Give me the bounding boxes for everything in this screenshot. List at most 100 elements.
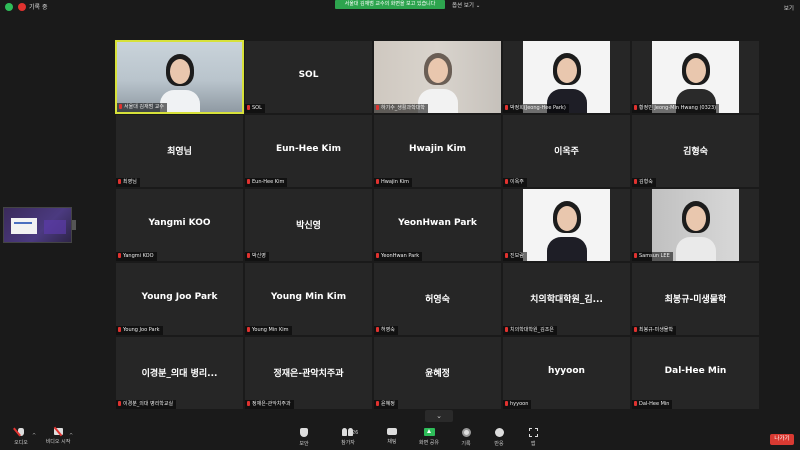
top-bar: 기록 중 서울대 김재범 교수의 화면을 보고 있습니다 옵션 보기 ⌄ 보기 <box>0 0 800 14</box>
chat-label: 채팅 <box>387 439 397 445</box>
mic-muted-icon <box>247 401 250 406</box>
mic-muted-icon <box>634 179 637 184</box>
participant-tile[interactable]: 김형숙 김형숙 <box>631 114 760 188</box>
participant-tile[interactable]: 서울대 김재범 교수 <box>115 40 244 114</box>
record-button[interactable]: 기록 <box>448 428 484 447</box>
participant-label-text: 김형숙 <box>639 179 653 185</box>
participant-tile[interactable]: hyyoon hyyoon <box>502 336 631 410</box>
participant-label-text: 황정민 Jeong-Min Hwang (0323) <box>639 105 717 111</box>
participant-label-text: 이옥주 <box>510 179 524 185</box>
participant-tile[interactable]: 진보람 <box>502 188 631 262</box>
apps-icon <box>528 428 538 437</box>
participant-tile[interactable]: 이경분_의대 병리... 이경분_의대 병리학교실 <box>115 336 244 410</box>
participant-tile[interactable]: 박정희(Jeong-Hee Park) <box>502 40 631 114</box>
view-button[interactable]: 보기 <box>784 4 794 12</box>
participant-name: Hwajin Kim <box>408 144 467 154</box>
participants-count: 26 <box>352 430 359 436</box>
participant-tile[interactable]: 최봉규-미생물학 최봉규-미생물학 <box>631 262 760 336</box>
participant-label: 윤혜정 <box>374 400 398 409</box>
mic-muted-icon <box>634 253 637 258</box>
mic-muted-icon <box>376 105 379 110</box>
shared-screen-thumbnail[interactable] <box>3 207 72 243</box>
reactions-label: 반응 <box>494 441 504 447</box>
audio-options-caret[interactable]: ^ <box>32 433 36 439</box>
participant-video <box>652 41 739 113</box>
leave-button[interactable]: 나가기 <box>770 434 794 445</box>
video-options-caret[interactable]: ^ <box>69 433 73 439</box>
participant-label-text: Hwajin Kim <box>381 179 409 185</box>
security-button[interactable]: 보안 <box>286 428 322 447</box>
participant-tile[interactable]: 윤혜정 윤혜정 <box>373 336 502 410</box>
participant-name: Yangmi KOO <box>148 218 211 228</box>
participant-label: 정재은-관악치주과 <box>245 400 294 409</box>
participant-label: 최봉규-미생물학 <box>632 326 677 335</box>
participant-name: 최영님 <box>167 147 192 157</box>
participant-tile[interactable]: Samsun LEE <box>631 188 760 262</box>
mic-muted-icon <box>376 253 379 258</box>
mic-muted-icon <box>247 105 250 110</box>
chat-button[interactable]: 채팅 <box>374 428 410 445</box>
participants-label: 참가자 <box>341 440 355 446</box>
apps-button[interactable]: 앱 <box>515 428 551 447</box>
participant-video <box>523 41 610 113</box>
chat-icon <box>387 428 397 435</box>
participant-name: 최봉규-미생물학 <box>664 295 727 305</box>
participant-label: YeonHwan Park <box>374 252 423 261</box>
participant-label: 황정민 Jeong-Min Hwang (0323) <box>632 104 720 113</box>
participant-tile[interactable]: 허영숙 허영숙 <box>373 262 502 336</box>
participant-label-text: 박신영 <box>252 253 266 259</box>
mic-muted-icon <box>118 401 121 406</box>
mic-muted-icon <box>376 327 379 332</box>
participant-tile[interactable]: 최영님 최영님 <box>115 114 244 188</box>
participant-tile[interactable]: 황정민 Jeong-Min Hwang (0323) <box>631 40 760 114</box>
thumbnail-screen <box>11 218 37 234</box>
participant-label: 허영숙 <box>374 326 398 335</box>
gallery-grid: 서울대 김재범 교수 SOL SOL 하기수_생활과학대학 박정희(Jeong-Hee … <box>115 40 760 410</box>
participant-label-text: 정재은-관악치주과 <box>252 401 291 407</box>
share-screen-icon <box>423 428 435 436</box>
participant-tile[interactable]: SOL SOL <box>244 40 373 114</box>
participant-tile[interactable]: Dal-Hee Min Dal-Hee Min <box>631 336 760 410</box>
thumbnail-handle[interactable] <box>72 220 76 230</box>
participant-name: 김형숙 <box>683 147 708 157</box>
participant-tile[interactable]: 박신영 박신영 <box>244 188 373 262</box>
participant-tile[interactable]: Hwajin Kim Hwajin Kim <box>373 114 502 188</box>
participant-name: 이옥주 <box>554 147 579 157</box>
participant-name: 이경분_의대 병리... <box>141 369 218 379</box>
participants-button[interactable]: 26 참가자 <box>330 428 366 446</box>
participant-tile[interactable]: Young Min Kim Young Min Kim <box>244 262 373 336</box>
participant-tile[interactable]: Eun-Hee Kim Eun-Hee Kim <box>244 114 373 188</box>
participant-label-text: 허영숙 <box>381 327 395 333</box>
participant-label: 최영님 <box>116 178 140 187</box>
participant-label: Young Min Kim <box>245 326 292 335</box>
person-figure <box>666 189 726 261</box>
mic-muted-icon <box>634 401 637 406</box>
participant-label-text: Young Joo Park <box>123 327 160 333</box>
participant-label-text: 서울대 김재범 교수 <box>124 104 164 110</box>
participant-tile[interactable]: YeonHwan Park YeonHwan Park <box>373 188 502 262</box>
participant-label-text: Young Min Kim <box>252 327 289 333</box>
participant-tile[interactable]: Young Joo Park Young Joo Park <box>115 262 244 336</box>
apps-label: 앱 <box>530 441 536 447</box>
participant-label: 이경분_의대 병리학교실 <box>116 400 177 409</box>
view-options-button[interactable]: 옵션 보기 ⌄ <box>452 1 480 9</box>
participant-tile[interactable]: 치의학대학원_김... 치의학대학원_김조은 <box>502 262 631 336</box>
participant-tile[interactable]: 정재은-관악치주과 정재은-관악치주과 <box>244 336 373 410</box>
audio-label: 오디오 <box>14 440 28 446</box>
participant-video <box>523 189 610 261</box>
participant-tile[interactable]: Yangmi KOO Yangmi KOO <box>115 188 244 262</box>
participant-label-text: Yangmi KOO <box>123 253 154 259</box>
mic-muted-icon <box>118 179 121 184</box>
participant-tile[interactable]: 이옥주 이옥주 <box>502 114 631 188</box>
mic-muted-icon <box>118 327 121 332</box>
shield-icon[interactable] <box>5 3 13 11</box>
share-screen-button[interactable]: 화면 공유 <box>411 428 447 446</box>
meeting-toolbar: 오디오 비디오 시작 보안 26 참가자 채팅 화면 공유 기록 반응 앱 <box>0 424 800 450</box>
reactions-button[interactable]: 반응 <box>481 428 517 447</box>
collapse-toolbar-button[interactable]: ⌄ <box>425 410 453 422</box>
mic-muted-icon <box>505 327 508 332</box>
participant-name: Young Min Kim <box>270 292 347 302</box>
participant-tile[interactable]: 하기수_생활과학대학 <box>373 40 502 114</box>
participant-name: hyyoon <box>548 366 585 376</box>
recording-icon <box>18 3 26 11</box>
